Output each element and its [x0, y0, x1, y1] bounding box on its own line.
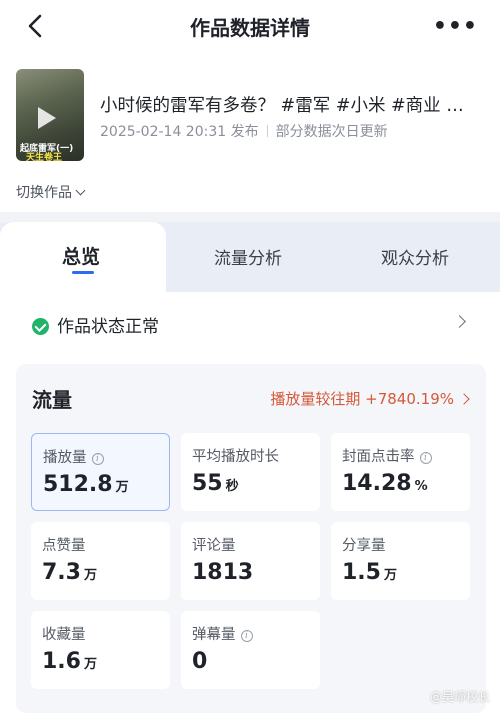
- video-thumbnail[interactable]: 起底雷军(一) 天生卷王: [16, 69, 84, 161]
- page-title: 作品数据详情: [190, 16, 310, 40]
- watermark: @吴崢校长: [429, 690, 490, 704]
- metric-number: 512.8: [43, 472, 113, 497]
- metric-label: 封面点击率 i: [342, 445, 432, 466]
- info-icon[interactable]: i: [419, 452, 432, 464]
- metric-value: 1.6 万: [42, 649, 97, 674]
- tab-audience-analysis[interactable]: 观众分析: [381, 244, 449, 269]
- info-icon[interactable]: i: [91, 453, 104, 465]
- metric-shares[interactable]: 分享量 1.5 万: [331, 522, 470, 600]
- metric-unit: 万: [115, 480, 129, 495]
- traffic-card: 流量 播放量较往期 +7840.19% 播放量 i 512.8 万 平均播放时长 5…: [16, 364, 486, 713]
- more-options-icon[interactable]: •••: [433, 14, 478, 39]
- video-status-row[interactable]: 作品状态正常: [32, 312, 159, 337]
- metric-value: 1813: [192, 560, 256, 585]
- switch-video-label: 切换作品: [16, 185, 72, 201]
- metric-number: 0: [192, 649, 208, 674]
- metric-label-text: 分享量: [342, 538, 386, 554]
- switch-video-button[interactable]: 切换作品: [16, 182, 86, 202]
- video-summary: 起底雷军(一) 天生卷王 小时候的雷军有多卷？ #雷军 #小米 #商业 … 20…: [0, 52, 500, 212]
- metric-value: 512.8 万: [43, 472, 129, 497]
- metric-value: 0: [192, 649, 210, 674]
- metric-unit: 秒: [225, 479, 239, 494]
- video-meta: 2025-02-14 20:31 发布 部分数据次日更新: [100, 121, 388, 141]
- metric-label: 点赞量: [42, 534, 86, 555]
- metric-number: 7.3: [42, 560, 81, 585]
- metric-value: 55 秒: [192, 471, 239, 496]
- metric-label-text: 播放量: [43, 450, 87, 466]
- metric-unit: %: [414, 479, 428, 494]
- publish-time: 2025-02-14 20:31 发布: [100, 124, 259, 140]
- tab-bar: 总览 流量分析 观众分析: [0, 222, 500, 297]
- metric-value: 1.5 万: [342, 560, 397, 585]
- metric-label-text: 评论量: [192, 538, 236, 554]
- metric-number: 14.28: [342, 471, 412, 496]
- chevron-right-icon[interactable]: [453, 315, 466, 328]
- traffic-card-title: 流量: [32, 388, 72, 412]
- thumbnail-subcaption: 天生卷王: [26, 153, 63, 161]
- check-circle-icon: [32, 318, 49, 335]
- metric-comments[interactable]: 评论量 1813: [181, 522, 320, 600]
- metric-label-text: 收藏量: [42, 627, 86, 643]
- chevron-down-icon: [75, 185, 86, 196]
- video-title[interactable]: 小时候的雷军有多卷？ #雷军 #小米 #商业 …: [100, 92, 492, 117]
- metric-number: 1.6: [42, 649, 81, 674]
- update-note: 部分数据次日更新: [275, 124, 388, 140]
- metric-unit: 万: [83, 657, 97, 672]
- top-nav-bar: 作品数据详情 •••: [0, 0, 500, 52]
- metric-plays[interactable]: 播放量 i 512.8 万: [31, 433, 170, 511]
- metric-label: 平均播放时长: [192, 445, 279, 466]
- metric-label: 评论量: [192, 534, 236, 555]
- metric-value: 14.28%: [342, 471, 428, 496]
- tab-traffic-analysis[interactable]: 流量分析: [214, 244, 282, 269]
- metric-label: 分享量: [342, 534, 386, 555]
- metric-cover-ctr[interactable]: 封面点击率 i 14.28%: [331, 433, 470, 511]
- tab-active-indicator: [72, 271, 94, 274]
- metric-favorites[interactable]: 收藏量 1.6 万: [31, 611, 170, 689]
- divider: [266, 125, 268, 137]
- metric-unit: 万: [83, 568, 97, 583]
- metric-label: 播放量 i: [43, 446, 104, 467]
- play-compare-text: 播放量较往期 +7840.19%: [270, 390, 454, 408]
- metric-unit: 万: [383, 568, 397, 583]
- tab-overview[interactable]: 总览: [62, 242, 100, 269]
- status-label: 作品状态正常: [57, 317, 159, 337]
- metric-label-text: 封面点击率: [342, 449, 415, 465]
- play-icon: [38, 107, 56, 129]
- metric-danmaku[interactable]: 弹幕量 i 0: [181, 611, 320, 689]
- metric-label-text: 弹幕量: [192, 627, 236, 643]
- metric-number: 1813: [192, 560, 254, 585]
- metric-number: 55: [192, 471, 223, 496]
- metric-label: 收藏量: [42, 623, 86, 644]
- chevron-right-icon: [458, 393, 470, 405]
- metric-value: 7.3 万: [42, 560, 97, 585]
- info-icon[interactable]: i: [240, 630, 253, 642]
- overview-panel: 作品状态正常 流量 播放量较往期 +7840.19% 播放量 i 512.8 万 平…: [0, 292, 500, 713]
- play-compare-link[interactable]: 播放量较往期 +7840.19%: [270, 388, 470, 409]
- metric-number: 1.5: [342, 560, 381, 585]
- metric-avg-watch-time[interactable]: 平均播放时长 55 秒: [181, 433, 320, 511]
- metric-label-text: 点赞量: [42, 538, 86, 554]
- metric-label: 弹幕量 i: [192, 623, 253, 644]
- metric-likes[interactable]: 点赞量 7.3 万: [31, 522, 170, 600]
- metric-label-text: 平均播放时长: [192, 449, 279, 465]
